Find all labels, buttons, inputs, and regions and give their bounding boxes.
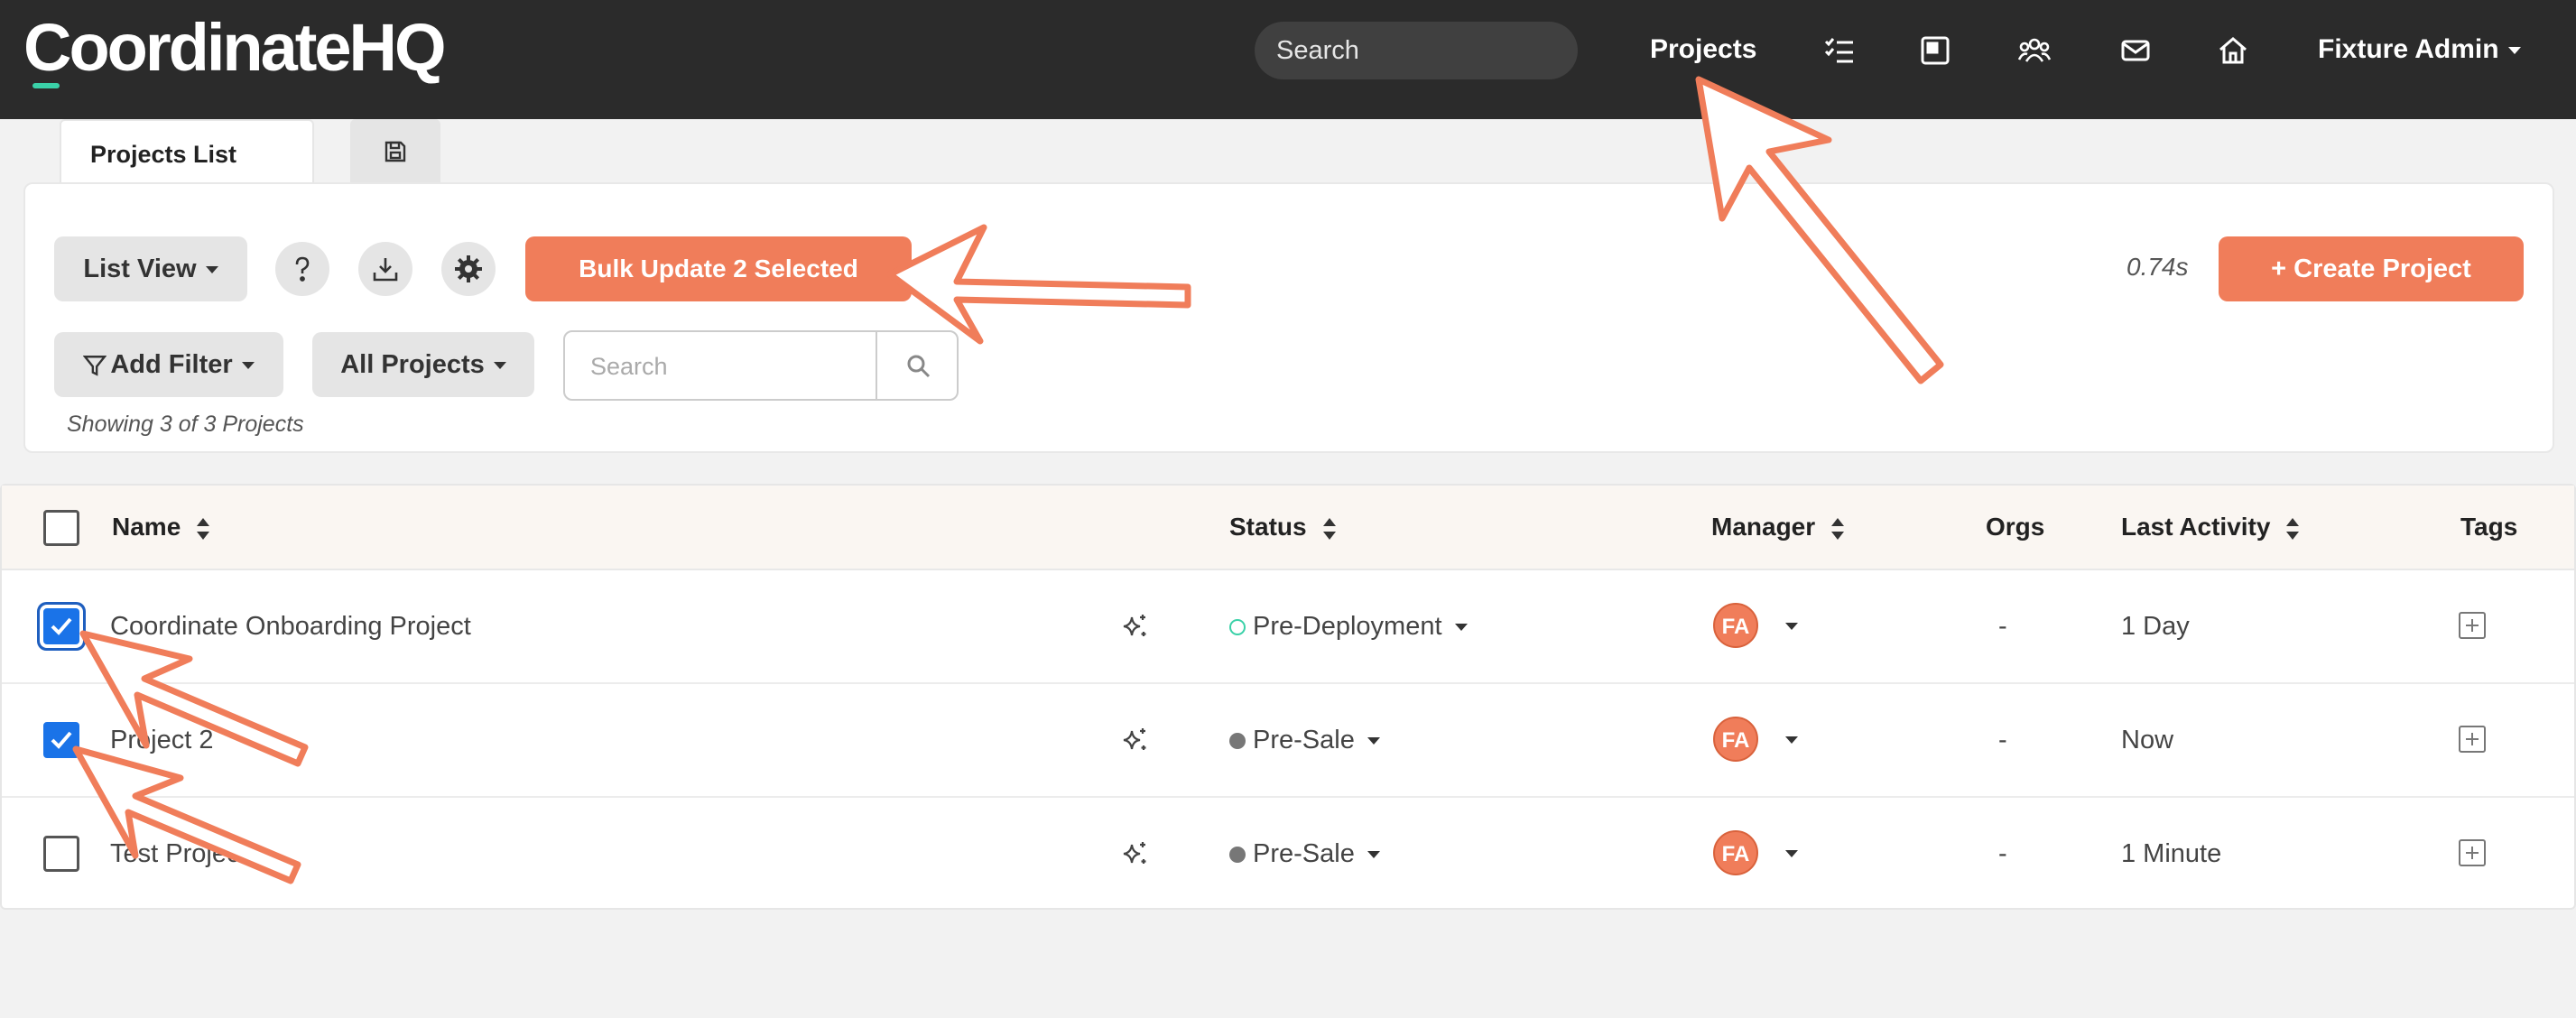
- board-icon[interactable]: [1919, 34, 1951, 67]
- projects-table: Name Status Manager Orgs Last Activity T…: [0, 484, 2576, 910]
- manager-chevron-down-icon[interactable]: [1785, 623, 1798, 630]
- status-dot-icon: [1229, 619, 1246, 636]
- orgs-value: -: [1998, 839, 2007, 868]
- status-dropdown[interactable]: Pre-Sale: [1229, 726, 1380, 755]
- row-checkbox[interactable]: [43, 836, 79, 872]
- manager-chevron-down-icon[interactable]: [1785, 850, 1798, 857]
- column-header-last-activity[interactable]: Last Activity: [2121, 513, 2300, 541]
- project-name-link[interactable]: Coordinate Onboarding Project: [110, 612, 471, 642]
- chevron-down-icon: [2507, 47, 2521, 55]
- status-dot-icon: [1229, 733, 1246, 750]
- filter-icon: [83, 356, 107, 377]
- check-icon: [51, 731, 72, 749]
- column-header-orgs: Orgs: [1986, 513, 2045, 541]
- orgs-value: -: [1998, 726, 2007, 754]
- sort-icon: [1322, 517, 1336, 540]
- app-logo[interactable]: CoordinateHQ: [23, 14, 447, 88]
- tasks-icon[interactable]: [1823, 34, 1856, 67]
- chevron-down-icon: [241, 362, 255, 370]
- table-row: Coordinate Onboarding Project Pre-Deploy…: [2, 570, 2574, 684]
- avatar: FA: [1713, 603, 1758, 648]
- last-activity-value: 1 Day: [2121, 612, 2190, 641]
- add-tag-icon[interactable]: [2459, 839, 2486, 866]
- add-filter-dropdown[interactable]: Add Filter: [54, 332, 283, 397]
- chevron-down-icon: [1367, 851, 1380, 859]
- chevron-down-icon: [493, 362, 506, 370]
- avatar: FA: [1713, 830, 1758, 875]
- row-checkbox[interactable]: [43, 722, 79, 758]
- top-navbar: CoordinateHQ Search Projects Fixture Adm…: [0, 0, 2576, 119]
- download-button[interactable]: [358, 242, 412, 296]
- sort-icon: [197, 517, 210, 540]
- all-projects-dropdown[interactable]: All Projects: [312, 332, 534, 397]
- ai-sparkle-icon[interactable]: [1121, 839, 1150, 868]
- column-header-manager[interactable]: Manager: [1711, 513, 1845, 541]
- chevron-down-icon: [1367, 737, 1380, 745]
- home-icon[interactable]: [2217, 34, 2249, 67]
- help-icon: [295, 256, 310, 282]
- search-icon: [907, 355, 931, 378]
- settings-button[interactable]: [441, 242, 496, 296]
- project-name-link[interactable]: Test Project: [110, 839, 247, 869]
- manager-chevron-down-icon[interactable]: [1785, 736, 1798, 744]
- save-icon: [385, 141, 406, 162]
- ai-sparkle-icon[interactable]: [1121, 612, 1150, 641]
- table-row: Test Project Pre-Sale FA - 1 Minute: [2, 798, 2574, 912]
- nav-projects-link[interactable]: Projects: [1650, 34, 1756, 65]
- bulk-update-button[interactable]: Bulk Update 2 Selected: [525, 236, 912, 301]
- search-input[interactable]: Search: [590, 353, 668, 381]
- column-header-tags: Tags: [2460, 513, 2518, 541]
- status-dropdown[interactable]: Pre-Deployment: [1229, 612, 1468, 642]
- user-menu[interactable]: Fixture Admin: [2318, 34, 2521, 65]
- team-icon[interactable]: [2017, 34, 2052, 67]
- result-count: Showing 3 of 3 Projects: [67, 412, 304, 437]
- avatar: FA: [1713, 717, 1758, 762]
- column-header-name[interactable]: Name: [112, 513, 210, 541]
- help-button[interactable]: [275, 242, 329, 296]
- tab-projects-list[interactable]: Projects List: [60, 119, 314, 184]
- download-icon: [373, 258, 398, 282]
- toolbar-panel: [23, 182, 2554, 453]
- nav-search-input[interactable]: Search: [1255, 22, 1578, 79]
- row-checkbox[interactable]: [43, 608, 79, 644]
- add-tag-icon[interactable]: [2459, 612, 2486, 639]
- chevron-down-icon: [1454, 624, 1468, 632]
- status-dot-icon: [1229, 847, 1246, 864]
- status-dropdown[interactable]: Pre-Sale: [1229, 839, 1380, 869]
- select-all-checkbox[interactable]: [43, 510, 79, 546]
- sort-icon: [1831, 517, 1845, 540]
- last-activity-value: 1 Minute: [2121, 839, 2222, 868]
- chevron-down-icon: [205, 266, 218, 274]
- add-tag-icon[interactable]: [2459, 726, 2486, 753]
- mail-icon[interactable]: [2119, 34, 2152, 67]
- column-header-status[interactable]: Status: [1229, 513, 1336, 541]
- search-button[interactable]: [876, 332, 959, 399]
- tab-saved-views[interactable]: [350, 119, 440, 184]
- table-header: Name Status Manager Orgs Last Activity T…: [2, 486, 2574, 570]
- table-row: Project 2 Pre-Sale FA - Now: [2, 684, 2574, 798]
- check-icon: [51, 617, 72, 635]
- last-activity-value: Now: [2121, 726, 2174, 754]
- create-project-button[interactable]: + Create Project: [2219, 236, 2524, 301]
- list-view-dropdown[interactable]: List View: [54, 236, 247, 301]
- orgs-value: -: [1998, 612, 2007, 641]
- sort-icon: [2286, 517, 2300, 540]
- load-timing: 0.74s: [2127, 253, 2189, 281]
- gear-icon: [455, 255, 482, 282]
- project-search-field: Search: [563, 330, 959, 401]
- project-name-link[interactable]: Project 2: [110, 726, 213, 755]
- ai-sparkle-icon[interactable]: [1121, 726, 1150, 754]
